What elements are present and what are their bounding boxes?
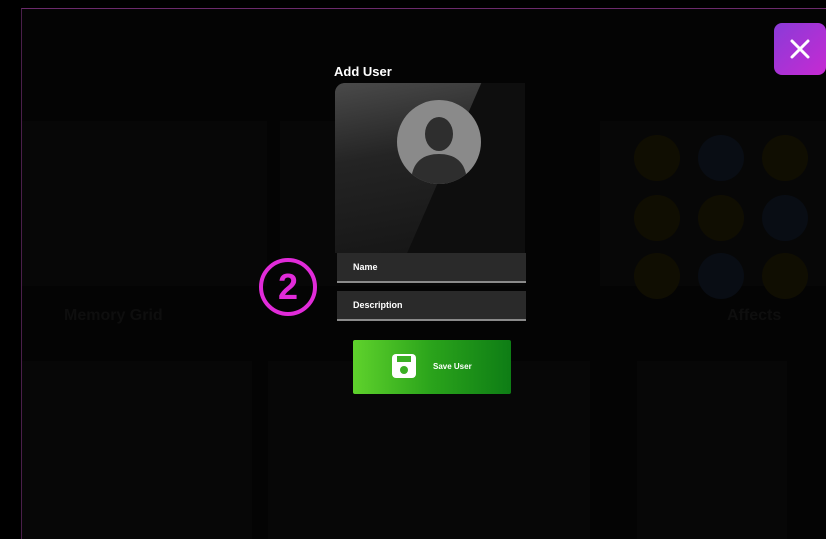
user-silhouette-icon bbox=[397, 100, 481, 184]
description-field-placeholder: Description bbox=[353, 300, 403, 310]
description-field[interactable]: Description bbox=[337, 291, 526, 321]
floppy-disk-icon bbox=[391, 353, 417, 379]
save-user-button[interactable]: Save User bbox=[353, 340, 511, 394]
close-button[interactable] bbox=[774, 23, 826, 75]
close-icon bbox=[790, 39, 810, 59]
save-user-label: Save User bbox=[433, 362, 472, 371]
step-marker: 2 bbox=[259, 258, 317, 316]
name-field-placeholder: Name bbox=[353, 262, 378, 272]
name-field[interactable]: Name bbox=[337, 253, 526, 283]
avatar-picker[interactable] bbox=[335, 83, 525, 253]
modal-title: Add User bbox=[334, 64, 392, 79]
